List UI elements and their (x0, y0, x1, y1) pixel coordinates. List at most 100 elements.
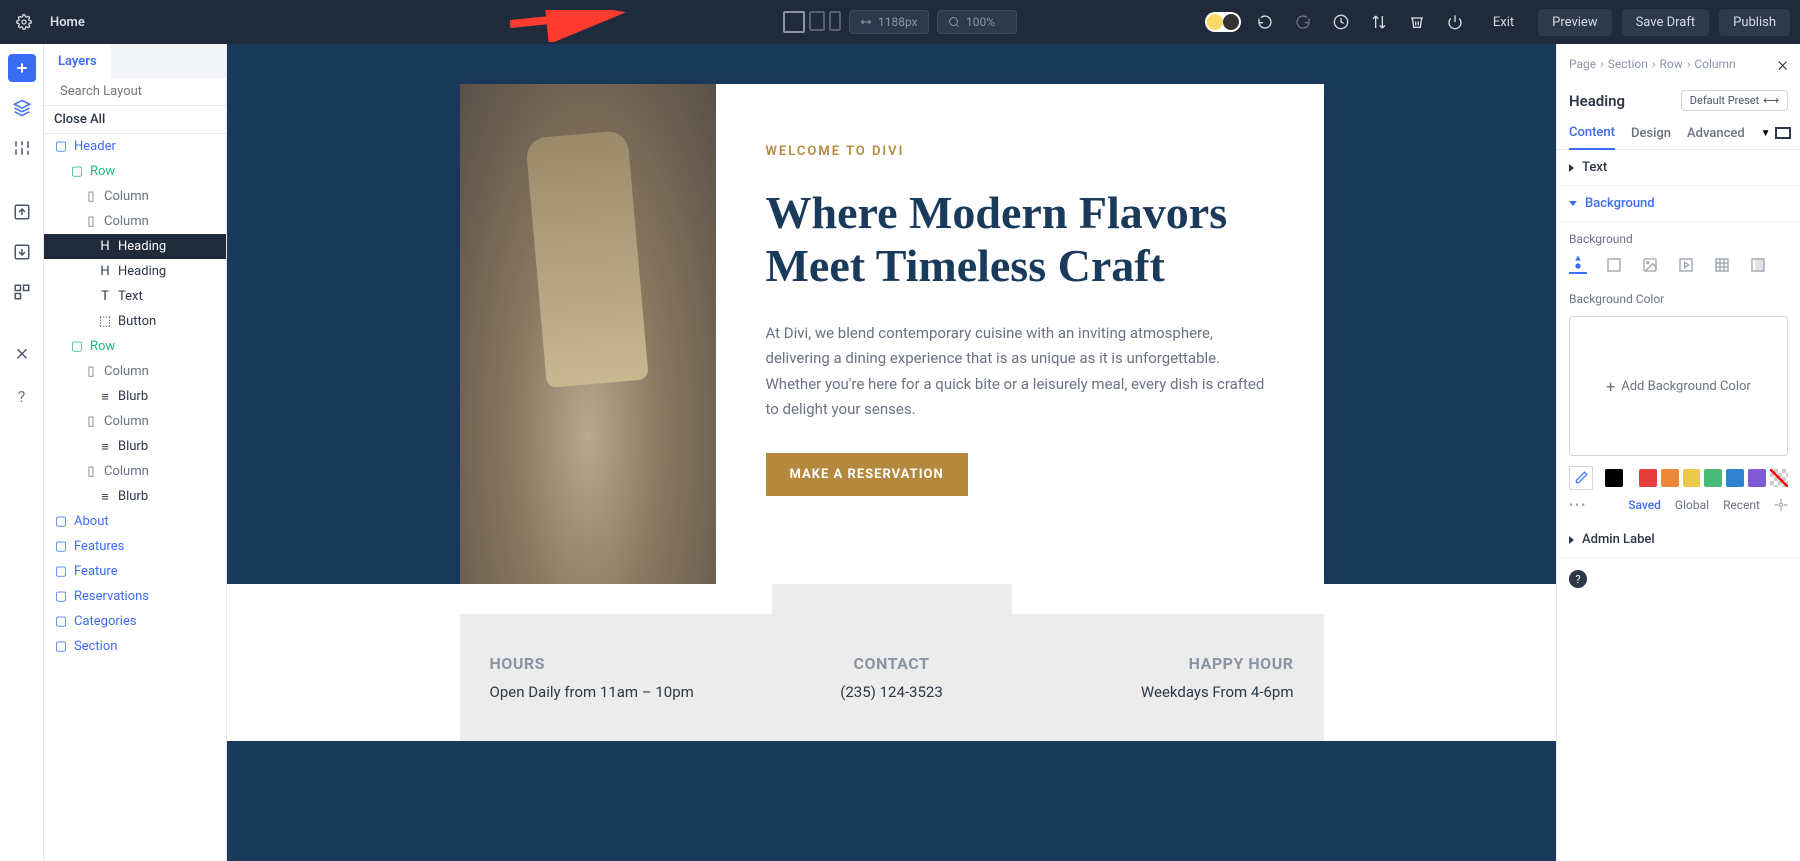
text-section-toggle[interactable]: Text (1557, 150, 1800, 186)
saved-link[interactable]: Saved (1628, 498, 1661, 512)
tree-row[interactable]: ▢Row (44, 159, 226, 184)
background-label: Background (1569, 232, 1788, 246)
preset-button[interactable]: Default Preset ⟷ (1681, 90, 1788, 111)
search-input[interactable] (60, 84, 226, 99)
tree-column[interactable]: ▯Column (44, 459, 226, 484)
tree-row[interactable]: ▢Row (44, 334, 226, 359)
layers-tab[interactable]: Layers (44, 44, 111, 78)
mobile-view-button[interactable] (829, 11, 841, 31)
swatch-transparent[interactable] (1770, 469, 1788, 487)
swatch-black[interactable] (1605, 469, 1623, 487)
swatch-orange[interactable] (1661, 469, 1679, 487)
recent-link[interactable]: Recent (1723, 498, 1760, 512)
bc-page[interactable]: Page (1569, 57, 1596, 71)
swatch-blue[interactable] (1726, 469, 1744, 487)
preview-button[interactable]: Preview (1538, 9, 1611, 36)
bc-section[interactable]: Section (1608, 57, 1648, 71)
tree-heading[interactable]: HHeading (44, 259, 226, 284)
hero-image (460, 84, 716, 584)
publish-button[interactable]: Publish (1719, 9, 1790, 36)
bg-image-tab[interactable] (1641, 256, 1659, 274)
help-icon[interactable]: ? (8, 382, 36, 410)
zoom-field[interactable]: 100% (937, 10, 1017, 34)
tree-column[interactable]: ▯Column (44, 359, 226, 384)
library-icon[interactable] (8, 278, 36, 306)
happy-value: Weekdays From 4-6pm (1026, 683, 1294, 701)
tree-section-reservations[interactable]: ▢Reservations (44, 584, 226, 609)
desktop-view-button[interactable] (783, 11, 805, 33)
contact-label: CONTACT (758, 654, 1026, 673)
tab-design[interactable]: Design (1631, 118, 1671, 149)
swatch-gear-icon[interactable] (1774, 498, 1788, 512)
exit-button[interactable]: Exit (1479, 9, 1528, 36)
tree-text[interactable]: TText (44, 284, 226, 309)
global-link[interactable]: Global (1675, 498, 1709, 512)
save-draft-button[interactable]: Save Draft (1622, 9, 1710, 36)
tree-heading-active[interactable]: HHeading (44, 234, 226, 259)
tree-section-categories[interactable]: ▢Categories (44, 609, 226, 634)
tab-advanced[interactable]: Advanced (1687, 118, 1745, 149)
redo-icon[interactable] (1289, 8, 1317, 36)
undo-icon[interactable] (1251, 8, 1279, 36)
tree-column[interactable]: ▯Column (44, 409, 226, 434)
settings-icon[interactable] (8, 134, 36, 162)
swatch-yellow[interactable] (1683, 469, 1701, 487)
layers-icon[interactable] (8, 94, 36, 122)
close-icon[interactable]: × (1778, 52, 1788, 76)
tree-section-about[interactable]: ▢About (44, 509, 226, 534)
tree-blurb[interactable]: ≡Blurb (44, 484, 226, 509)
add-button[interactable] (8, 54, 36, 82)
power-icon[interactable] (1441, 8, 1469, 36)
tree-section-features[interactable]: ▢Features (44, 534, 226, 559)
gear-icon[interactable] (10, 8, 38, 36)
tree-button[interactable]: ⬚Button (44, 309, 226, 334)
export-icon[interactable] (8, 198, 36, 226)
annotation-arrow (510, 10, 630, 42)
tree-section-header[interactable]: ▢Header (44, 134, 226, 159)
bg-color-tab[interactable] (1569, 256, 1587, 274)
bg-gradient-tab[interactable] (1605, 256, 1623, 274)
bg-mask-tab[interactable] (1749, 256, 1767, 274)
history-icon[interactable] (1327, 8, 1355, 36)
color-picker-icon[interactable] (1569, 466, 1593, 490)
import-icon[interactable] (8, 238, 36, 266)
help-badge[interactable]: ? (1569, 570, 1587, 588)
tree-blurb[interactable]: ≡Blurb (44, 384, 226, 409)
hours-value: Open Daily from 11am – 10pm (490, 683, 758, 701)
home-label[interactable]: Home (50, 15, 85, 30)
hero-body[interactable]: At Divi, we blend contemporary cuisine w… (766, 321, 1274, 423)
bc-column[interactable]: Column (1694, 57, 1735, 71)
cta-button[interactable]: MAKE A RESERVATION (766, 453, 968, 496)
admin-label-toggle[interactable]: Admin Label (1557, 522, 1800, 558)
more-swatches[interactable]: ••• (1569, 498, 1587, 512)
breadcrumb: Page › Section › Row › Column × (1557, 44, 1800, 84)
width-field[interactable]: 1188px (849, 10, 929, 34)
trash-icon[interactable] (1403, 8, 1431, 36)
add-bg-color-button[interactable]: + Add Background Color (1569, 316, 1788, 456)
close-all-button[interactable]: Close All (44, 106, 226, 134)
tablet-view-button[interactable] (809, 11, 825, 31)
swatch-green[interactable] (1704, 469, 1722, 487)
tree-section-feature[interactable]: ▢Feature (44, 559, 226, 584)
chevron-down-icon[interactable]: ▼ (1761, 128, 1771, 139)
width-value: 1188px (878, 15, 918, 29)
theme-toggle[interactable] (1205, 12, 1241, 32)
swatch-purple[interactable] (1748, 469, 1766, 487)
tree-column[interactable]: ▯Column (44, 184, 226, 209)
tree-column[interactable]: ▯Column (44, 209, 226, 234)
contact-value: (235) 124-3523 (758, 683, 1026, 701)
tree-section-section[interactable]: ▢Section (44, 634, 226, 659)
hero-title[interactable]: Where Modern Flavors Meet Timeless Craft (766, 187, 1274, 293)
swatch-red[interactable] (1639, 469, 1657, 487)
desktop-icon[interactable] (1775, 127, 1791, 139)
tree-blurb[interactable]: ≡Blurb (44, 434, 226, 459)
background-section-toggle[interactable]: Background (1557, 186, 1800, 222)
bg-color-label: Background Color (1569, 292, 1788, 306)
bc-row[interactable]: Row (1659, 57, 1682, 71)
bg-video-tab[interactable] (1677, 256, 1695, 274)
eyebrow-text[interactable]: WELCOME TO DIVI (766, 144, 1274, 159)
tools-icon[interactable] (8, 342, 36, 370)
tab-content[interactable]: Content (1569, 117, 1615, 150)
sort-icon[interactable] (1365, 8, 1393, 36)
bg-pattern-tab[interactable] (1713, 256, 1731, 274)
